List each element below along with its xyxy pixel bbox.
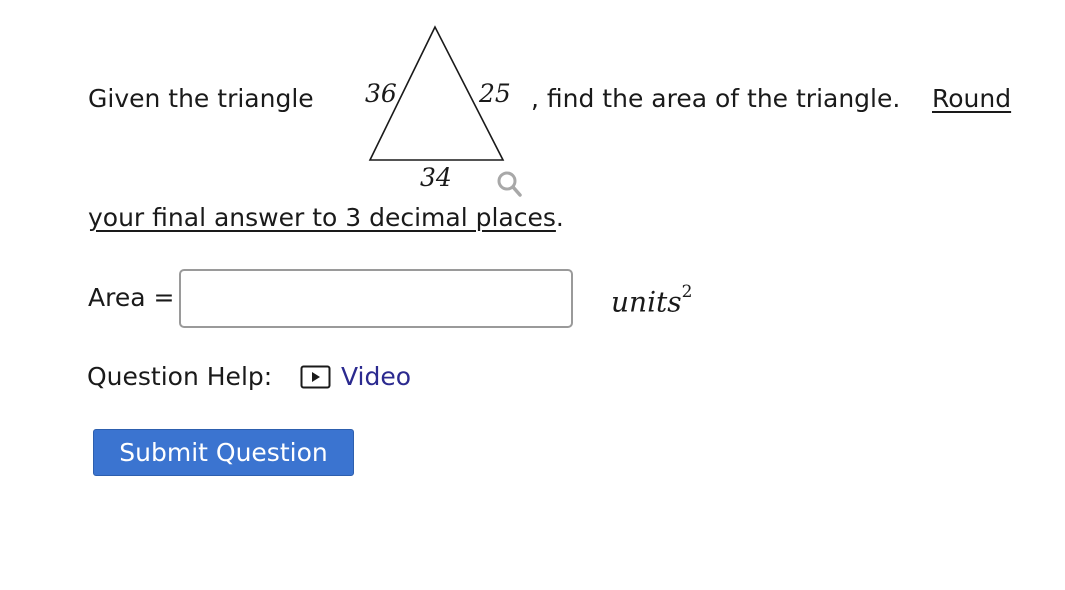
units-exponent: 2	[681, 282, 693, 302]
question-continuation-text: , find the area of the triangle.	[531, 84, 901, 113]
rounding-instruction-line1: Round	[932, 84, 1012, 113]
play-icon	[300, 364, 334, 390]
video-help-link[interactable]: Video	[300, 360, 411, 394]
question-help-label: Question Help:	[87, 362, 273, 391]
area-answer-input[interactable]	[179, 269, 573, 328]
triangle-side-left-label: 36	[365, 79, 397, 108]
submit-question-button[interactable]: Submit Question	[93, 429, 354, 476]
question-intro-text: Given the triangle	[88, 84, 314, 113]
triangle-figure: 36 25 34	[360, 20, 530, 200]
rounding-instruction-line: your final answer to 3 decimal places.	[88, 203, 564, 233]
triangle-side-bottom-label: 34	[420, 163, 452, 192]
triangle-side-right-label: 25	[479, 79, 511, 108]
units-text: units	[611, 285, 682, 319]
rounding-instruction-line2: your final answer to 3 decimal places	[88, 203, 556, 232]
area-label: Area =	[88, 283, 175, 312]
video-link-label[interactable]: Video	[341, 362, 411, 392]
rounding-instruction-period: .	[555, 203, 564, 232]
magnifier-icon[interactable]	[494, 169, 524, 199]
units-label: units2	[611, 280, 692, 318]
